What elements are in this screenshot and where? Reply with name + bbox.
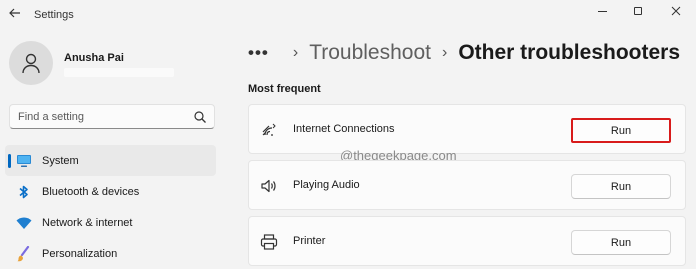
user-name: Anusha Pai [64,52,124,64]
app-title: Settings [34,9,74,21]
breadcrumb-item-troubleshoot[interactable]: Troubleshoot [309,41,431,65]
sidebar-item-label: Personalization [42,247,118,260]
troubleshooter-card-audio: Playing Audio Run [248,160,686,210]
close-icon[interactable] [656,0,696,22]
section-title: Most frequent [248,83,321,95]
wifi-icon [16,215,32,231]
active-indicator [8,154,11,168]
sidebar-item-network[interactable]: Network & internet [5,207,216,238]
troubleshooter-label: Internet Connections [293,123,395,135]
troubleshooter-label: Printer [293,235,326,247]
minimize-icon[interactable] [584,0,620,22]
sidebar-item-bluetooth[interactable]: Bluetooth & devices [5,176,216,207]
search-input[interactable] [18,109,188,125]
sidebar-item-label: Network & internet [42,216,133,229]
arrow-left-icon[interactable] [6,6,24,24]
person-icon [22,53,40,74]
run-button-internet[interactable]: Run [571,118,671,143]
maximize-icon[interactable] [620,0,656,22]
chevron-right-icon: › [441,44,448,61]
avatar[interactable] [9,41,53,85]
sidebar-item-label: Bluetooth & devices [42,185,140,198]
run-button-printer[interactable]: Run [571,230,671,255]
sidebar-item-system[interactable]: System [5,145,216,176]
speaker-icon [261,179,276,193]
network-signal-icon [262,123,276,136]
bluetooth-icon [16,184,32,200]
monitor-icon [16,153,32,169]
troubleshooter-card-printer: Printer Run [248,216,686,266]
page-title: Other troubleshooters [458,41,681,64]
run-button-audio[interactable]: Run [571,174,671,199]
search-box[interactable] [9,104,215,129]
sidebar-item-label: System [42,154,79,167]
breadcrumb-overflow-button[interactable]: ••• [248,43,269,63]
chevron-right-icon: › [292,44,299,61]
title-bar: Settings [0,0,696,30]
user-email-redacted [64,68,174,77]
sidebar-item-personalization[interactable]: Personalization [5,238,216,269]
troubleshooter-label: Playing Audio [293,179,360,191]
window-controls [584,0,696,22]
sidebar-nav: System Bluetooth & devices Network & int… [5,145,216,269]
printer-icon [260,234,278,250]
search-icon[interactable] [193,110,207,124]
paintbrush-icon [16,245,32,262]
troubleshooter-card-internet: Internet Connections Run [248,104,686,154]
breadcrumb: ••• › Troubleshoot › Other troubleshoote… [248,38,680,68]
